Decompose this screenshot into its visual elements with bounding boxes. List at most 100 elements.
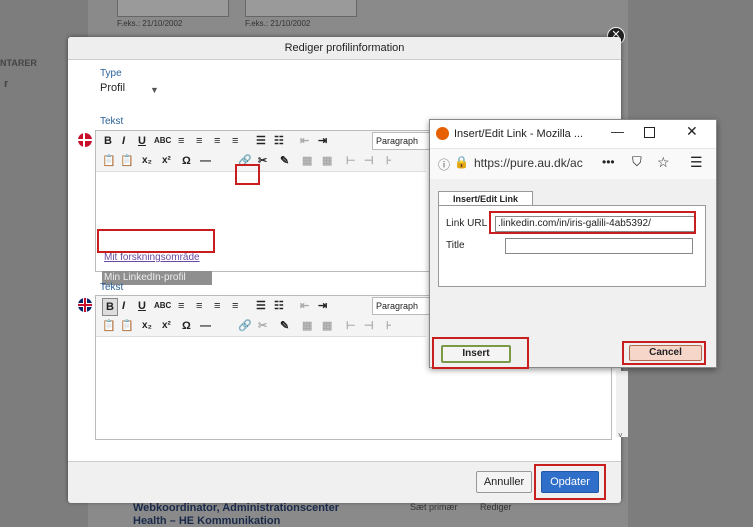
indent-icon-2[interactable]: ⇥ xyxy=(318,298,327,314)
maximize-icon[interactable] xyxy=(644,127,655,138)
dialog-footer: Annuller Opdater xyxy=(68,461,621,503)
scroll-down-icon[interactable]: ˅ xyxy=(618,431,623,440)
link-url-highlight xyxy=(489,211,696,234)
align-center-icon[interactable]: ≡ xyxy=(196,133,202,149)
numbered-list-icon-2[interactable]: ☷ xyxy=(274,298,284,314)
side-letter: r xyxy=(4,78,9,90)
date-hint-1: F.eks.: 21/10/2002 xyxy=(117,19,183,28)
editor-scrollbar[interactable]: ˅ xyxy=(616,371,628,440)
date-hint-2: F.eks.: 21/10/2002 xyxy=(245,19,311,28)
type-select[interactable]: Profil ▼ xyxy=(100,82,168,102)
subscript-button[interactable]: x₂ xyxy=(142,153,152,169)
underline-button-2[interactable]: U xyxy=(138,298,146,314)
editor-toolbar-2: B I U ABC ≡ ≡ ≡ ≡ ☰ ☷ ⇤ ⇥ Paragraph xyxy=(96,296,431,317)
insecure-lock-icon[interactable]: 🔒 xyxy=(454,155,469,169)
table-props-icon[interactable]: ▦ xyxy=(322,153,332,169)
dialog-title: Rediger profilinformation xyxy=(68,37,621,60)
update-button-highlight xyxy=(534,464,606,500)
menu-icon[interactable]: ☰ xyxy=(690,154,703,171)
outdent-icon-2[interactable]: ⇤ xyxy=(300,298,309,314)
bookmark-star-icon[interactable]: ☆ xyxy=(657,154,670,171)
bullet-list-icon[interactable]: ☰ xyxy=(256,133,266,149)
subscript-button-2[interactable]: x₂ xyxy=(142,318,152,334)
cancel-button[interactable]: Annuller xyxy=(476,471,532,493)
editor-toolbar-2b: 📋 📋 x₂ x² Ω — 🔗 ✂ ✎ ▦ ▦ ⊢ ⊣ ⊦ xyxy=(96,316,426,337)
table-props-icon-2[interactable]: ▦ xyxy=(322,318,332,334)
superscript-button-2[interactable]: x² xyxy=(162,318,171,334)
italic-button-2[interactable]: I xyxy=(122,298,125,314)
format-select-2[interactable]: Paragraph xyxy=(372,297,431,315)
info-icon[interactable]: ⓘ xyxy=(438,156,450,173)
outdent-icon[interactable]: ⇤ xyxy=(300,133,309,149)
title-input[interactable] xyxy=(505,238,693,254)
edit-link[interactable]: Rediger xyxy=(480,502,512,512)
horizontal-rule-icon[interactable]: — xyxy=(200,153,211,169)
horizontal-rule-icon-2[interactable]: — xyxy=(200,318,211,334)
paste-word-icon-2[interactable]: 📋 xyxy=(120,318,134,334)
strikethrough-button-2[interactable]: ABC xyxy=(154,298,171,314)
paste-icon-2[interactable]: 📋 xyxy=(102,318,116,334)
numbered-list-icon[interactable]: ☷ xyxy=(274,133,284,149)
align-left-icon[interactable]: ≡ xyxy=(178,133,184,149)
edit-html-icon[interactable]: ✎ xyxy=(280,153,289,169)
text-label-english: Tekst xyxy=(100,282,124,293)
date-field-2 xyxy=(245,0,357,17)
edit-html-icon-2[interactable]: ✎ xyxy=(280,318,289,334)
uk-flag-icon xyxy=(78,298,92,312)
row-insert-icon-2[interactable]: ⊢ xyxy=(346,318,356,334)
strikethrough-button[interactable]: ABC xyxy=(154,133,171,149)
editor-toolbar-1: B I U ABC ≡ ≡ ≡ ≡ ☰ ☷ ⇤ ⇥ Paragraph xyxy=(96,131,431,152)
more-actions-icon[interactable]: ••• xyxy=(602,155,615,169)
popup-content: Insert/Edit Link Link URL .linkedin.com/… xyxy=(430,179,716,369)
selected-text-highlight xyxy=(97,229,215,253)
insert-button-highlight xyxy=(432,337,529,369)
align-left-icon-2[interactable]: ≡ xyxy=(178,298,184,314)
italic-button[interactable]: I xyxy=(122,133,125,149)
align-justify-icon[interactable]: ≡ xyxy=(232,133,238,149)
bold-button-2[interactable]: B xyxy=(102,298,118,316)
table-icon[interactable]: ▦ xyxy=(302,153,312,169)
popup-url[interactable]: https://pure.au.dk/ac xyxy=(474,156,592,170)
bottom-affiliation-line-2: Health – HE Kommunikation xyxy=(133,515,281,527)
paste-word-icon[interactable]: 📋 xyxy=(120,153,134,169)
paste-icon[interactable]: 📋 xyxy=(102,153,116,169)
bullet-list-icon-2[interactable]: ☰ xyxy=(256,298,266,314)
link-button-highlight xyxy=(235,164,260,185)
chevron-down-icon: ▼ xyxy=(150,85,159,95)
align-justify-icon-2[interactable]: ≡ xyxy=(232,298,238,314)
cancel-popup-highlight xyxy=(622,341,706,365)
column-insert-icon-2[interactable]: ⊦ xyxy=(386,318,392,334)
special-char-icon[interactable]: Ω xyxy=(182,153,191,169)
format-select[interactable]: Paragraph xyxy=(372,132,431,150)
insert-link-popup-window: Insert/Edit Link - Mozilla ... — ✕ ⓘ 🔒 h… xyxy=(429,119,717,369)
pocket-icon[interactable]: ⛉ xyxy=(632,154,642,170)
title-label: Title xyxy=(446,240,465,251)
superscript-button[interactable]: x² xyxy=(162,153,171,169)
row-delete-icon[interactable]: ⊣ xyxy=(364,153,374,169)
tab-insert-edit-link[interactable]: Insert/Edit Link xyxy=(438,191,533,206)
link-url-label: Link URL xyxy=(446,218,488,229)
align-right-icon-2[interactable]: ≡ xyxy=(214,298,220,314)
popup-url-bar: ⓘ 🔒 https://pure.au.dk/ac ••• ⛉ ☆ ☰ xyxy=(430,148,716,180)
danish-flag-icon xyxy=(78,133,92,147)
row-delete-icon-2[interactable]: ⊣ xyxy=(364,318,374,334)
align-center-icon-2[interactable]: ≡ xyxy=(196,298,202,314)
special-char-icon-2[interactable]: Ω xyxy=(182,318,191,334)
row-insert-icon[interactable]: ⊢ xyxy=(346,153,356,169)
underline-button[interactable]: U xyxy=(138,133,146,149)
type-select-value: Profil xyxy=(100,82,126,94)
window-close-icon[interactable]: ✕ xyxy=(686,123,698,140)
align-right-icon[interactable]: ≡ xyxy=(214,133,220,149)
column-insert-icon[interactable]: ⊦ xyxy=(386,153,392,169)
research-area-link[interactable]: Mit forskningsområde xyxy=(104,252,200,263)
unlink-icon-2[interactable]: ✂ xyxy=(258,318,267,334)
editor-toolbar-1b: 📋 📋 x₂ x² Ω — 🔗 ✂ ✎ ▦ ▦ ⊢ ⊣ ⊦ xyxy=(96,151,426,172)
set-primary-link[interactable]: Sæt primær xyxy=(410,502,458,512)
insert-link-icon-2[interactable]: 🔗 xyxy=(238,318,252,334)
table-icon-2[interactable]: ▦ xyxy=(302,318,312,334)
indent-icon[interactable]: ⇥ xyxy=(318,133,327,149)
bold-button[interactable]: B xyxy=(104,133,112,149)
minimize-icon[interactable]: — xyxy=(611,124,624,139)
type-label: Type xyxy=(100,68,122,79)
side-label: NTARER xyxy=(0,58,37,68)
